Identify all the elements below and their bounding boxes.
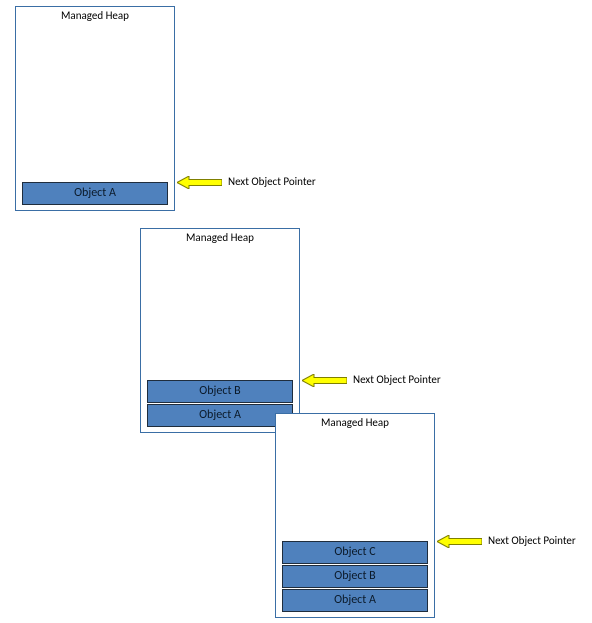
next-object-pointer-arrow: [437, 535, 482, 548]
managed-heap-2: Managed Heap Object B Object A: [140, 228, 300, 433]
next-object-pointer-label: Next Object Pointer: [353, 373, 441, 386]
heap-object: Object A: [22, 182, 168, 205]
heap-object: Object B: [147, 380, 293, 403]
heap-title: Managed Heap: [16, 9, 174, 22]
heap-title: Managed Heap: [276, 416, 434, 429]
heap-object: Object C: [282, 541, 428, 564]
heap-object: Object B: [282, 565, 428, 588]
next-object-pointer-label: Next Object Pointer: [488, 534, 576, 547]
heap-object: Object A: [147, 404, 293, 427]
heap-title: Managed Heap: [141, 231, 299, 244]
next-object-pointer-arrow: [302, 374, 347, 387]
heap-object: Object A: [282, 589, 428, 612]
next-object-pointer-arrow: [177, 176, 222, 189]
managed-heap-3: Managed Heap Object C Object B Object A: [275, 413, 435, 618]
managed-heap-1: Managed Heap Object A: [15, 6, 175, 211]
next-object-pointer-label: Next Object Pointer: [228, 175, 316, 188]
